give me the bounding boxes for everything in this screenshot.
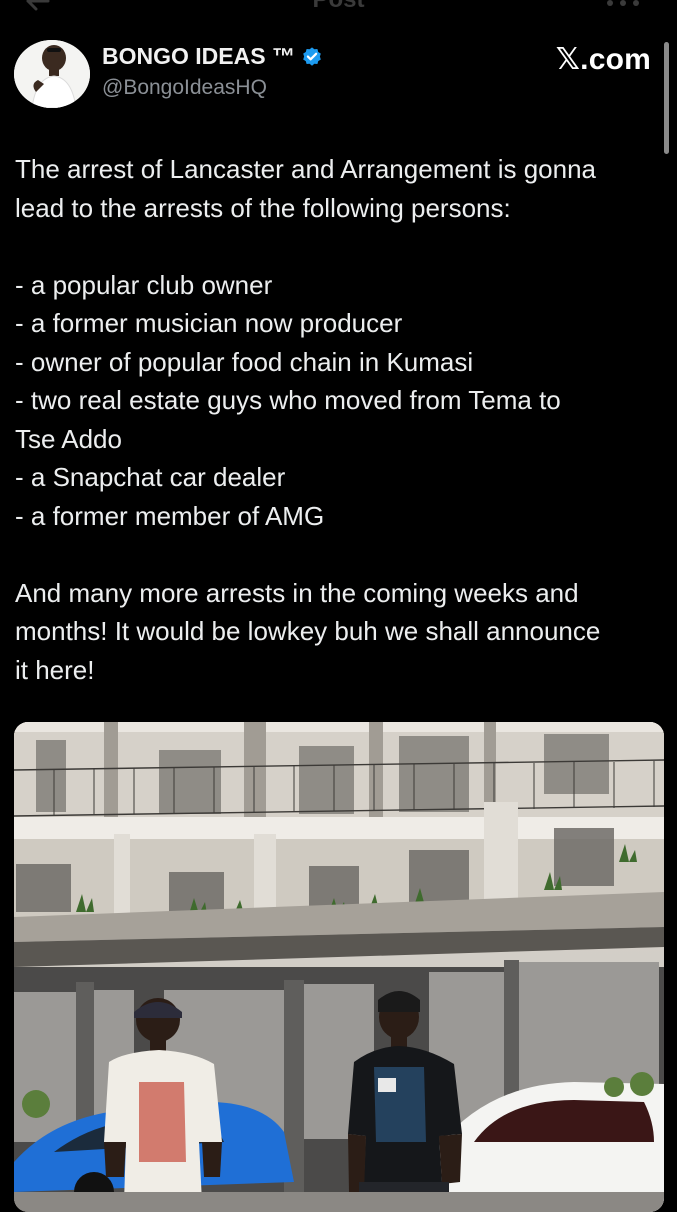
list-item: - a Snapchat car dealer — [15, 462, 286, 492]
verified-badge-icon — [303, 46, 321, 66]
tweet-photo[interactable] — [14, 722, 664, 1212]
list-item: - owner of popular food chain in Kumasi — [15, 346, 474, 377]
avatar[interactable] — [14, 40, 90, 108]
author-display-name: BONGO IDEAS ™ — [102, 43, 295, 69]
top-bar: Post — [0, 0, 677, 22]
avatar-image — [14, 40, 90, 108]
tweet-line: And many more arrests in the coming week… — [15, 577, 579, 608]
list-item: - a popular club owner — [15, 269, 273, 300]
tweet-line: months! It would be lowkey buh we shall … — [15, 616, 601, 646]
x-watermark: 𝕏.com — [555, 43, 651, 76]
page-title: Post — [0, 0, 677, 14]
author-name-row[interactable]: BONGO IDEAS ™ — [102, 43, 323, 70]
list-item: - two real estate guys who moved from Te… — [15, 385, 561, 415]
tweet-line: it here! — [15, 654, 95, 685]
list-item: - a former member of AMG — [15, 500, 325, 531]
list-item: Tse Addo — [15, 423, 122, 454]
author-handle[interactable]: @BongoIdeasHQ — [102, 76, 267, 100]
tweet-text: The arrest of Lancaster and Arrangement … — [15, 150, 665, 689]
more-horizontal-icon[interactable] — [605, 0, 641, 8]
tweet-line: lead to the arrests of the following per… — [15, 192, 511, 223]
list-item: - a former musician now producer — [15, 308, 403, 338]
photo-illustration — [14, 722, 664, 1212]
tweet-line: The arrest of Lancaster and Arrangement … — [15, 154, 597, 184]
scrollbar[interactable] — [664, 42, 669, 154]
